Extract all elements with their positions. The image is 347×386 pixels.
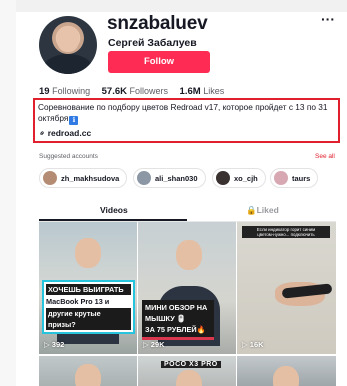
avatar-shirt [43,54,93,74]
play-icon: ▷ [44,340,50,349]
suggested-accounts-title: Suggested accounts [39,153,98,160]
video-thumbnail[interactable]: POCO X3 PRO [138,356,236,386]
following-count: 19 [39,86,50,97]
ellipsis-icon[interactable]: ··· [319,12,337,26]
avatar[interactable] [39,16,97,74]
caption-line: МЫШКУ 🖱️ [145,314,186,323]
bio-text: Соревнование по подбору цветов Redroad v… [38,102,338,125]
lock-icon: 🔒 [246,205,257,215]
caption-line: МИНИ ОБЗОР НА [145,303,208,312]
avatar [137,171,151,185]
suggested-account-name: taurs [292,173,311,183]
video-thumbnail[interactable]: Если индикатор горит синим цветом-нужно.… [237,222,336,354]
video-thumbnail[interactable] [39,356,137,386]
bio-link-text[interactable]: redroad.cc [48,128,91,138]
top-strip [0,0,347,12]
view-count-value: 16K [249,340,264,349]
bio-content: Соревнование по подбору цветов Redroad v… [38,102,328,123]
profile-stats: 19 Following 57.6K Followers 1.6M Likes [39,86,233,97]
likes-count: 1.6M [179,86,201,97]
see-all-link[interactable]: See all [315,153,335,160]
avatar [216,171,230,185]
tab-videos[interactable]: Videos [100,205,128,215]
follow-button[interactable]: Follow [108,51,210,73]
caption-line: MacBook Pro 13 и [46,297,110,306]
bio-link[interactable]: ⚭ redroad.cc [36,127,91,139]
suggested-account-chip[interactable]: zh_makhsudova [39,168,128,188]
video-thumbnail[interactable] [237,356,336,386]
info-icon: ℹ [69,116,79,125]
caption-line: цветом-нужно... подключить [257,232,315,237]
person-head [176,370,202,386]
play-icon: ▷ [143,340,149,349]
person-head [273,366,299,386]
suggested-account-name: zh_makhsudova [61,173,120,183]
suggested-account-chip[interactable]: taurs [270,168,319,188]
left-rail [0,0,16,386]
video-caption: МИНИ ОБЗОР НА МЫШКУ 🖱️ ЗА 75 РУБЛЕЙ🔥 [142,300,214,340]
suggested-account-name: ali_shan030 [155,173,198,183]
display-name: Сергей Забалуев [108,37,197,49]
suggested-account-chip[interactable]: ali_shan030 [133,168,206,188]
caption-line: ЗА 75 РУБЛЕЙ🔥 [145,325,206,334]
caption-line: ХОЧЕШЬ ВЫИГРАТЬ [46,284,131,295]
person-head [75,238,101,268]
view-count: ▷ 29K [143,340,165,349]
tab-liked-label: Liked [256,205,279,215]
video-caption: ХОЧЕШЬ ВЫИГРАТЬ MacBook Pro 13 и другие … [42,280,135,334]
following-label[interactable]: Following [52,86,90,96]
followers-count: 57.6K [101,86,127,97]
tab-liked[interactable]: 🔒Liked [246,205,279,216]
person-head [176,240,202,270]
likes-label: Likes [203,86,225,96]
view-count: ▷ 16K [242,340,264,349]
person-head [75,364,101,386]
video-thumbnail[interactable]: МИНИ ОБЗОР НА МЫШКУ 🖱️ ЗА 75 РУБЛЕЙ🔥 ▷ 29… [138,222,236,354]
view-count: ▷ 392 [44,340,64,349]
avatar [43,171,57,185]
avatar [274,171,288,185]
video-caption: Если индикатор горит синим цветом-нужно.… [242,226,330,238]
view-count-value: 392 [51,340,65,349]
suggested-account-name: xo_cjh [234,173,258,183]
video-thumbnail[interactable]: ХОЧЕШЬ ВЫИГРАТЬ MacBook Pro 13 и другие … [39,222,137,354]
suggested-account-chip[interactable]: xo_cjh [212,168,266,188]
followers-label[interactable]: Followers [130,86,169,96]
caption-line: другие крутые призы? [46,308,131,330]
view-count-value: 29K [150,340,165,349]
play-icon: ▷ [242,340,248,349]
link-icon: ⚭ [36,127,48,139]
username: snzabaluev [107,13,208,34]
video-caption: POCO X3 PRO [161,361,221,368]
avatar-face [57,26,79,52]
